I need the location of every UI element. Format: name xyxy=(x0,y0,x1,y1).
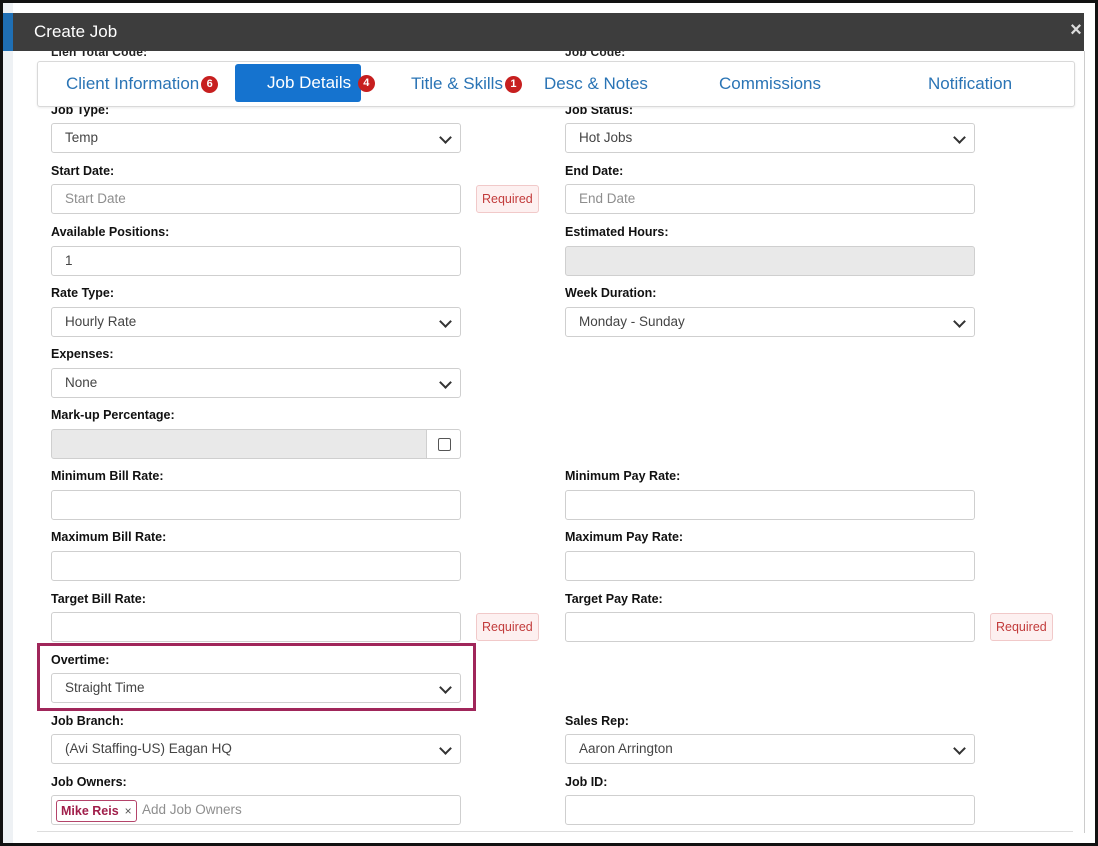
tab-badge: 6 xyxy=(201,76,219,93)
tab-label: Commissions xyxy=(719,74,822,93)
tab-label: Desc & Notes xyxy=(544,74,648,93)
target-pay-input[interactable] xyxy=(565,612,975,642)
modal-body: Lien Total Code: Job Code: Client Inform… xyxy=(13,51,1085,833)
week-duration-value: Monday - Sunday xyxy=(579,314,685,329)
rate-type-label: Rate Type: xyxy=(51,286,114,300)
remove-tag-icon[interactable]: × xyxy=(125,804,132,818)
week-duration-label: Week Duration: xyxy=(565,286,657,300)
markup-label: Mark-up Percentage: xyxy=(51,408,175,422)
start-date-input[interactable]: Start Date xyxy=(51,184,461,214)
available-positions-input[interactable]: 1 xyxy=(51,246,461,276)
min-bill-input[interactable] xyxy=(51,490,461,520)
expenses-label: Expenses: xyxy=(51,347,114,361)
chevron-down-icon xyxy=(439,376,452,389)
markup-checkbox-cell xyxy=(427,429,461,459)
sales-rep-select[interactable]: Aaron Arrington xyxy=(565,734,975,764)
expenses-select[interactable]: None xyxy=(51,368,461,398)
expenses-value: None xyxy=(65,375,98,390)
close-icon[interactable]: × xyxy=(1068,19,1084,41)
chevron-down-icon xyxy=(439,681,452,694)
overtime-select[interactable]: Straight Time xyxy=(51,673,461,703)
end-date-input[interactable]: End Date xyxy=(565,184,975,214)
job-branch-select[interactable]: (Avi Staffing-US) Eagan HQ xyxy=(51,734,461,764)
min-pay-input[interactable] xyxy=(565,490,975,520)
job-status-select[interactable]: Hot Jobs xyxy=(565,123,975,153)
max-pay-label: Maximum Pay Rate: xyxy=(565,530,684,544)
target-bill-input[interactable] xyxy=(51,612,461,642)
tab-commissions[interactable]: Commissions xyxy=(719,62,821,106)
overtime-label: Overtime: xyxy=(51,653,110,667)
rate-type-select[interactable]: Hourly Rate xyxy=(51,307,461,337)
divider xyxy=(37,831,1073,832)
max-pay-input[interactable] xyxy=(565,551,975,581)
target-pay-label: Target Pay Rate: xyxy=(565,592,663,606)
markup-checkbox[interactable] xyxy=(438,438,451,451)
chevron-down-icon xyxy=(439,742,452,755)
tab-desc-notes[interactable]: Desc & Notes xyxy=(544,62,648,106)
start-date-required-badge: Required xyxy=(476,185,539,213)
max-bill-label: Maximum Bill Rate: xyxy=(51,530,167,544)
tab-bar: Client Information 6 Job Details 4 Title … xyxy=(37,61,1075,107)
target-pay-required-badge: Required xyxy=(990,613,1053,641)
job-branch-value: (Avi Staffing-US) Eagan HQ xyxy=(65,741,232,756)
job-owner-tag: Mike Reis × xyxy=(56,800,137,822)
tab-badge: 4 xyxy=(357,75,375,92)
background-strip xyxy=(3,3,13,843)
tab-label: Job Details xyxy=(267,73,352,92)
job-branch-label: Job Branch: xyxy=(51,714,124,728)
tab-label: Notification xyxy=(928,74,1013,93)
available-positions-label: Available Positions: xyxy=(51,225,170,239)
job-id-input[interactable] xyxy=(565,795,975,825)
start-date-placeholder: Start Date xyxy=(65,191,126,206)
max-bill-input[interactable] xyxy=(51,551,461,581)
available-positions-value: 1 xyxy=(65,253,73,268)
min-pay-label: Minimum Pay Rate: xyxy=(565,469,681,483)
start-date-label: Start Date: xyxy=(51,164,115,178)
background-accent xyxy=(3,13,13,51)
sales-rep-label: Sales Rep: xyxy=(565,714,629,728)
week-duration-select[interactable]: Monday - Sunday xyxy=(565,307,975,337)
modal-header: Create Job × xyxy=(13,13,1084,51)
job-type-select[interactable]: Temp xyxy=(51,123,461,153)
job-owners-label: Job Owners: xyxy=(51,775,127,789)
markup-input xyxy=(51,429,427,459)
tab-title-skills[interactable]: Title & Skills 1 xyxy=(411,62,522,106)
estimated-hours-input xyxy=(565,246,975,276)
modal-title: Create Job xyxy=(34,22,118,41)
job-owner-tag-label: Mike Reis xyxy=(61,804,119,818)
end-date-label: End Date: xyxy=(565,164,624,178)
sales-rep-value: Aaron Arrington xyxy=(579,741,673,756)
chevron-down-icon xyxy=(953,742,966,755)
job-owners-placeholder: Add Job Owners xyxy=(142,802,242,817)
job-id-label: Job ID: xyxy=(565,775,608,789)
ghost-label-left: Lien Total Code: xyxy=(51,51,148,59)
job-status-value: Hot Jobs xyxy=(579,130,633,145)
target-bill-label: Target Bill Rate: xyxy=(51,592,146,606)
target-bill-required-badge: Required xyxy=(476,613,539,641)
chevron-down-icon xyxy=(439,131,452,144)
job-type-value: Temp xyxy=(65,130,99,145)
tab-label: Title & Skills xyxy=(411,74,503,93)
tab-label: Client Information xyxy=(66,74,200,93)
tab-notification[interactable]: Notification xyxy=(928,62,1012,106)
overtime-value: Straight Time xyxy=(65,680,145,695)
tab-client-information[interactable]: Client Information 6 xyxy=(66,62,219,106)
chevron-down-icon xyxy=(439,315,452,328)
tab-badge: 1 xyxy=(504,76,522,93)
estimated-hours-label: Estimated Hours: xyxy=(565,225,669,239)
ghost-label-right: Job Code: xyxy=(565,51,626,59)
job-owners-input[interactable]: Mike Reis × Add Job Owners xyxy=(51,795,461,825)
tab-job-details[interactable]: Job Details 4 xyxy=(235,64,375,102)
min-bill-label: Minimum Bill Rate: xyxy=(51,469,164,483)
screenshot-frame: Create Job × Lien Total Code: Job Code: … xyxy=(0,0,1098,846)
chevron-down-icon xyxy=(953,131,966,144)
rate-type-value: Hourly Rate xyxy=(65,314,137,329)
chevron-down-icon xyxy=(953,315,966,328)
end-date-placeholder: End Date xyxy=(579,191,636,206)
